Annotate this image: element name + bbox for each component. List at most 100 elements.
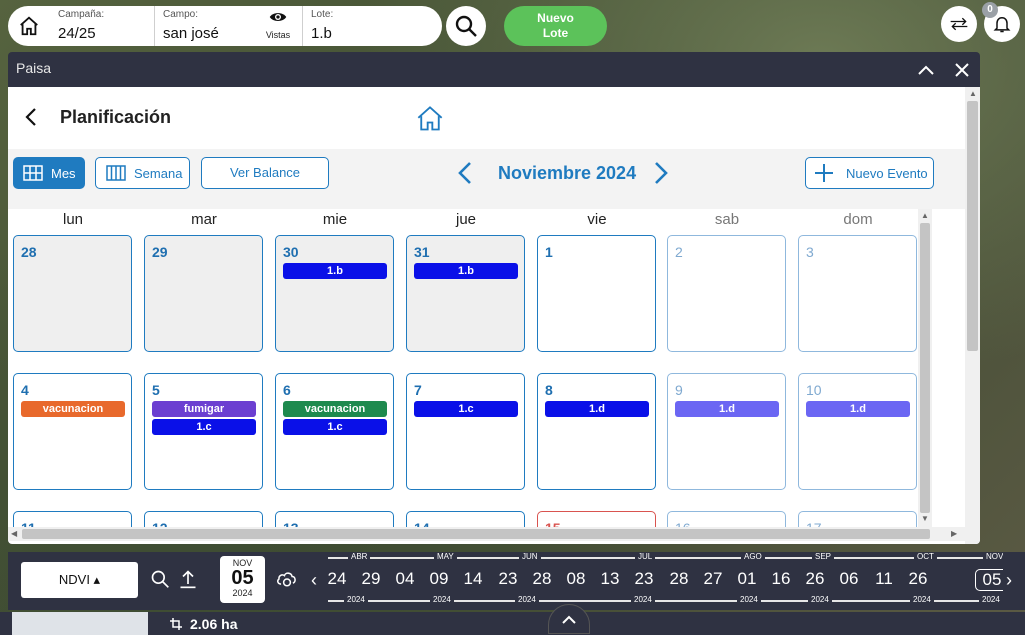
calendar-day-cell[interactable]: 16	[667, 511, 786, 527]
calendar-day-cell[interactable]: 10 1.d	[798, 373, 917, 490]
calendar-day-cell[interactable]: 29	[144, 235, 263, 352]
timeline-date[interactable]: 26	[901, 569, 935, 589]
weekday-header-lun: lun	[62, 211, 84, 228]
calendar-day-cell[interactable]: 15	[537, 511, 656, 527]
calendar-horizontal-scrollbar[interactable]: ◀ ▶	[8, 527, 965, 541]
timeline-date[interactable]: 13	[593, 569, 627, 589]
timeline-year-label: 2024	[737, 595, 761, 604]
chevron-left-icon	[25, 108, 36, 126]
calendar-day-cell[interactable]: 12	[144, 511, 263, 527]
timeline-date[interactable]: 24	[328, 569, 354, 589]
campana-selector[interactable]: Campaña: 24/25	[50, 6, 154, 46]
calendar-day-cell[interactable]: 9 1.d	[667, 373, 786, 490]
timeline-next-button[interactable]: ›	[1006, 570, 1012, 591]
upload-button[interactable]	[178, 569, 200, 591]
day-number: 16	[675, 520, 691, 527]
timeline-date[interactable]: 11	[867, 569, 901, 589]
layer-selector-button[interactable]: NDVI ▴	[21, 562, 138, 598]
calendar-event[interactable]: 1.d	[806, 401, 910, 417]
calendar-scrollbar-thumb[interactable]	[920, 223, 930, 513]
timeline-date[interactable]: 01	[730, 569, 764, 589]
calendar-event[interactable]: 1.d	[675, 401, 779, 417]
timeline-date[interactable]: 09	[422, 569, 456, 589]
calendar-day-cell[interactable]: 1	[537, 235, 656, 352]
selected-day: 05	[231, 567, 254, 589]
timeline-month-label: ABR	[348, 552, 371, 561]
swap-button[interactable]	[941, 6, 977, 42]
back-button[interactable]	[24, 107, 44, 131]
calendar-event[interactable]: 1.c	[152, 419, 256, 435]
window-scrollbar-thumb[interactable]	[967, 101, 978, 351]
zoom-search-button[interactable]	[150, 569, 172, 591]
calendar-day-cell[interactable]: 4 vacunacion	[13, 373, 132, 490]
calendar-event[interactable]: 1.b	[283, 263, 387, 279]
calendar-event[interactable]: 1.d	[545, 401, 649, 417]
calendar-event[interactable]: vacunacion	[283, 401, 387, 417]
calendar-toolbar: Mes Semana Ver Balance Noviembre 2024 Nu…	[8, 149, 965, 209]
calendar-day-cell[interactable]: 30 1.b	[275, 235, 394, 352]
calendar-day-cell[interactable]: 31 1.b	[406, 235, 525, 352]
home-button[interactable]	[8, 6, 50, 46]
view-month-button[interactable]: Mes	[13, 157, 85, 189]
calendar-day-cell[interactable]: 11	[13, 511, 132, 527]
nuevo-lote-button[interactable]: Nuevo Lote	[504, 6, 607, 46]
cloud-filter-button[interactable]	[276, 569, 298, 591]
day-number: 4	[21, 382, 29, 398]
timeline-year-label: 2024	[808, 595, 832, 604]
calendar-scrollbar[interactable]: ▲ ▼	[918, 209, 932, 527]
planning-home-button[interactable]	[416, 105, 444, 133]
calendar-event[interactable]: 1.c	[414, 401, 518, 417]
view-week-button[interactable]: Semana	[95, 157, 190, 189]
window-scrollbar[interactable]: ▲	[965, 87, 980, 544]
timeline-date[interactable]: 28	[662, 569, 696, 589]
timeline-date[interactable]: 08	[559, 569, 593, 589]
timeline-date[interactable]: 23	[627, 569, 661, 589]
timeline-date[interactable]: 06	[832, 569, 866, 589]
calendar-day-cell[interactable]: 28	[13, 235, 132, 352]
timeline-month-label: SEP	[812, 552, 835, 561]
calendar-day-cell[interactable]: 13	[275, 511, 394, 527]
campo-selector[interactable]: Campo: san josé	[154, 6, 254, 46]
timeline-month-label: OCT	[914, 552, 937, 561]
selected-year: 2024	[232, 588, 253, 598]
calendar-day-cell[interactable]: 7 1.c	[406, 373, 525, 490]
selected-date-box[interactable]: NOV 05 2024	[220, 556, 265, 603]
lote-selector[interactable]: Lote: 1.b	[302, 6, 434, 46]
calendar-day-cell[interactable]: 2	[667, 235, 786, 352]
search-button[interactable]	[446, 6, 486, 46]
next-month-button[interactable]	[654, 161, 674, 187]
timeline-date[interactable]: 04	[388, 569, 422, 589]
calendar-event[interactable]: 1.b	[414, 263, 518, 279]
calendar-horizontal-scrollbar-thumb[interactable]	[22, 529, 930, 539]
calendar-day-cell[interactable]: 17	[798, 511, 917, 527]
calendar-event[interactable]: fumigar	[152, 401, 256, 417]
day-number: 9	[675, 382, 683, 398]
timeline-date[interactable]: 26	[798, 569, 832, 589]
nuevo-evento-button[interactable]: Nuevo Evento	[805, 157, 934, 189]
timeline-date[interactable]: 23	[491, 569, 525, 589]
timeline-date[interactable]: 14	[456, 569, 490, 589]
timeline-date[interactable]: 16	[764, 569, 798, 589]
timeline-date[interactable]: 05	[975, 569, 1003, 591]
plus-icon	[815, 164, 833, 182]
calendar-day-cell[interactable]: 5 fumigar 1.c	[144, 373, 263, 490]
day-number: 6	[283, 382, 291, 398]
calendar-event[interactable]: 1.c	[283, 419, 387, 435]
prev-month-button[interactable]	[458, 161, 478, 187]
vistas-button[interactable]: Vistas	[254, 6, 302, 46]
timeline-prev-button[interactable]: ‹	[311, 570, 317, 591]
timeline-year-label: 2024	[979, 595, 1003, 604]
search-icon	[151, 570, 169, 588]
timeline-date[interactable]: 29	[354, 569, 388, 589]
calendar-event[interactable]: vacunacion	[21, 401, 125, 417]
timeline-date[interactable]: 28	[525, 569, 559, 589]
close-window-button[interactable]	[950, 58, 974, 82]
calendar-day-cell[interactable]: 6 vacunacion 1.c	[275, 373, 394, 490]
calendar-day-cell[interactable]: 14	[406, 511, 525, 527]
ver-balance-button[interactable]: Ver Balance	[201, 157, 329, 189]
calendar-day-cell[interactable]: 8 1.d	[537, 373, 656, 490]
timeline-date[interactable]: 27	[696, 569, 730, 589]
calendar-day-cell[interactable]: 3	[798, 235, 917, 352]
swap-arrows-icon	[950, 17, 968, 31]
collapse-window-button[interactable]	[914, 58, 938, 82]
